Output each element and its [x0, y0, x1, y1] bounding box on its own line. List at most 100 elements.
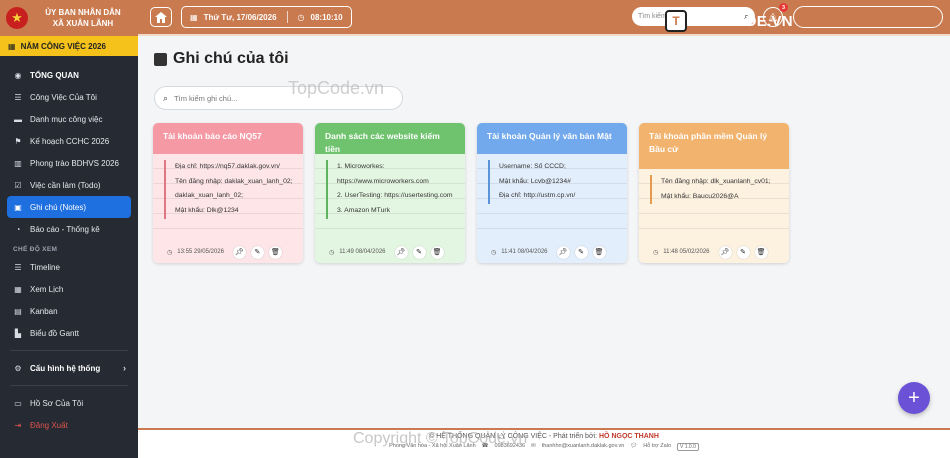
clock-icon: ◷: [329, 249, 335, 256]
clock-icon: ◷: [167, 249, 173, 256]
chevron-right-icon: ›: [123, 363, 126, 373]
delete-button[interactable]: 🗑︎: [268, 245, 282, 259]
delete-button[interactable]: 🗑︎: [430, 245, 444, 259]
note-line: 1. Microworkes:: [337, 163, 385, 170]
sidebar-item-reports[interactable]: ◔ Báo cáo - Thống kê: [0, 218, 138, 240]
note-content: Địa chỉ: https://nq57.daklak.gov.vn/ Tên…: [164, 160, 297, 219]
pin-button[interactable]: 📌︎: [232, 245, 246, 259]
sidebar-item-overview[interactable]: ◉ TỔNG QUAN: [0, 64, 138, 86]
current-time: 08:10:10: [310, 12, 343, 22]
edit-button[interactable]: ✎: [574, 245, 588, 259]
note-card[interactable]: Tài khoản báo cáo NQ57 Địa chỉ: https://…: [153, 123, 303, 263]
current-date: Thứ Tư, 17/06/2026: [203, 12, 277, 22]
pin-button[interactable]: 📌︎: [394, 245, 408, 259]
note-line: Tên đăng nhập: daklak_xuan_lanh_02;: [175, 177, 293, 185]
trash-icon: 🗑︎: [432, 249, 442, 256]
dashboard-icon: ◉: [14, 70, 22, 80]
note-line: Mật khẩu: Baucu2026@A: [661, 192, 739, 200]
sidebar-item-label: Timeline: [30, 262, 60, 272]
edit-icon: ✎: [254, 249, 261, 256]
note-footer: ◷ 13:55 29/05/2026 📌︎ ✎ 🗑︎: [153, 241, 303, 263]
home-button[interactable]: [150, 7, 172, 27]
kanban-icon: ▤: [14, 306, 22, 316]
sidebar-item-logout[interactable]: ⇥ Đăng Xuất: [0, 414, 138, 436]
version-badge: V 1.0.0: [677, 443, 699, 451]
watermark-logo-icon: T: [665, 10, 687, 32]
edit-button[interactable]: ✎: [250, 245, 264, 259]
sidebar-item-kanban[interactable]: ▤ Kanban: [0, 300, 138, 322]
divider: [10, 385, 128, 386]
note-card[interactable]: Tài khoản Quản lý văn bản Mật Username: …: [477, 123, 627, 263]
brand-name: ỦY BAN NHÂN DÂN XÃ XUÂN LÃNH: [34, 7, 132, 29]
datetime-display: ▦ Thứ Tư, 17/06/2026 ◷ 08:10:10: [181, 6, 352, 28]
edit-icon: ✎: [578, 249, 584, 256]
mail-icon: ✉: [531, 443, 536, 449]
checkbox-icon: ☑: [14, 180, 22, 190]
edit-button[interactable]: ✎: [736, 245, 750, 259]
note-timestamp: 11:41 08/04/2026: [501, 249, 548, 255]
sidebar-item-movement[interactable]: ▥ Phong trào BDHVS 2026: [0, 152, 138, 174]
footer-zalo[interactable]: Hỗ trợ Zalo: [643, 443, 671, 451]
note-icon: ▣: [14, 202, 22, 212]
sidebar-item-label: Việc cần làm (Todo): [30, 180, 101, 190]
home-icon: [155, 11, 167, 23]
chart-icon: ◔: [15, 224, 21, 234]
note-body: Username: Số CCCD; Mật khẩu: Lcvb@1234# …: [477, 154, 627, 241]
note-line: Username: Số CCCD;: [499, 163, 566, 170]
pin-button[interactable]: 📌︎: [556, 245, 570, 259]
sidebar-item-gantt[interactable]: ▙ Biểu đồ Gantt: [0, 322, 138, 344]
sidebar-item-label: Danh mục công việc: [30, 114, 103, 124]
note-content: Username: Số CCCD; Mật khẩu: Lcvb@1234# …: [488, 160, 621, 205]
note-timestamp: 11:49 08/04/2026: [339, 249, 386, 255]
note-line: Tên đăng nhập: dlk_xuanlanh_cv01;: [661, 178, 771, 185]
watermark-text: TOPCODE.VN: [691, 12, 793, 30]
delete-button[interactable]: 🗑︎: [754, 245, 768, 259]
sidebar-item-notes[interactable]: ▣ Ghi chú (Notes): [7, 196, 131, 218]
sidebar: ★ ỦY BAN NHÂN DÂN XÃ XUÂN LÃNH ▦ NĂM CÔN…: [0, 0, 138, 458]
note-body: Địa chỉ: https://nq57.daklak.gov.vn/ Tên…: [153, 154, 303, 241]
sidebar-item-timeline[interactable]: ☰ Timeline: [0, 256, 138, 278]
edit-button[interactable]: ✎: [412, 245, 426, 259]
sidebar-item-task-catalog[interactable]: ▬ Danh mục công việc: [0, 108, 138, 130]
sidebar-item-cchc-plan[interactable]: ⚑ Kế hoạch CCHC 2026: [0, 130, 138, 152]
pin-button[interactable]: 📌︎: [718, 245, 732, 259]
work-year-bar[interactable]: ▦ NĂM CÔNG VIỆC 2026: [0, 36, 138, 56]
sidebar-item-todo[interactable]: ☑ Việc cần làm (Todo): [0, 174, 138, 196]
sidebar-item-label: Hồ Sơ Của Tôi: [30, 398, 84, 408]
sidebar-item-label: TỔNG QUAN: [30, 70, 79, 80]
gantt-icon: ▙: [14, 328, 22, 338]
delete-button[interactable]: 🗑︎: [592, 245, 606, 259]
center-watermark: TopCode.vn: [288, 78, 385, 98]
user-menu-button[interactable]: [793, 6, 943, 28]
notes-grid: Tài khoản báo cáo NQ57 Địa chỉ: https://…: [153, 123, 789, 263]
note-title: Tài khoản Quản lý văn bản Mật: [477, 123, 627, 154]
sidebar-item-profile[interactable]: ▭ Hồ Sơ Của Tôi: [0, 392, 138, 414]
topcode-watermark-logo: T TOPCODE.VN: [665, 10, 793, 32]
note-title: Tài khoản báo cáo NQ57: [153, 123, 303, 154]
page-title: Ghi chú của tôi: [154, 50, 289, 68]
pin-icon: 📌︎: [720, 249, 730, 256]
sidebar-item-my-tasks[interactable]: ☰ Công Việc Của Tôi: [0, 86, 138, 108]
note-footer: ◷ 11:48 05/02/2026 📌︎ ✎ 🗑︎: [639, 241, 789, 263]
note-timestamp: 13:55 29/05/2026: [177, 249, 224, 255]
sidebar-item-settings[interactable]: ⚙ Cấu hình hệ thống ›: [0, 357, 138, 379]
plus-icon: +: [908, 386, 920, 409]
list-icon: ☰: [14, 92, 22, 102]
emblem-icon: ★: [6, 7, 28, 29]
add-note-button[interactable]: +: [898, 382, 930, 414]
main-content: Ghi chú của tôi ⌕ Tìm kiếm ghi chú... To…: [138, 36, 950, 428]
sidebar-item-calendar[interactable]: ▦ Xem Lịch: [0, 278, 138, 300]
footer-email[interactable]: thanhhn@xuanlanh.daklak.gov.vn: [542, 443, 625, 451]
note-line: https://www.microworkers.com: [337, 177, 429, 185]
note-line: 2. UserTesting: https://usertesting.com: [337, 192, 453, 200]
note-card[interactable]: Tài khoản phần mềm Quản lý Bầu cử Tên đă…: [639, 123, 789, 263]
sidebar-item-label: Biểu đồ Gantt: [30, 328, 79, 338]
note-line: Địa chỉ: https://nq57.daklak.gov.vn/: [175, 163, 280, 170]
clock-icon: ◷: [653, 249, 659, 256]
note-content: 1. Microworkes: https://www.microworkers…: [326, 160, 459, 219]
note-line: 3. Amazon MTurk: [337, 207, 391, 215]
brand-header[interactable]: ★ ỦY BAN NHÂN DÂN XÃ XUÂN LÃNH: [0, 0, 138, 36]
note-card[interactable]: Danh sách các website kiếm tiền 1. Micro…: [315, 123, 465, 263]
note-line: Địa chỉ: http://ustm.cp.vn/: [499, 192, 576, 200]
copyright-watermark: Copyright © TopCode.vn: [353, 430, 528, 447]
